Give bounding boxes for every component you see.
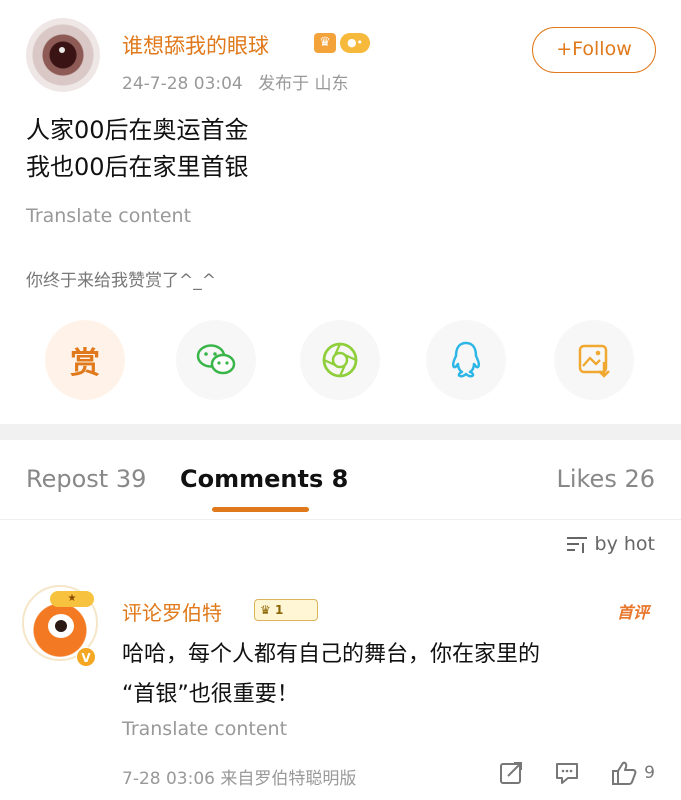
post-author-name[interactable]: 谁想舔我的眼球 — [122, 30, 269, 60]
comment-text-line: 哈哈，每个人都有自己的舞台，你在家里的 — [122, 642, 541, 667]
level-badge: ♛ 1 — [254, 599, 318, 621]
post-line: 人家00后在奥运首金 — [26, 116, 249, 144]
reward-label: 赏 — [70, 346, 100, 381]
like-comment-button[interactable]: 9 — [610, 760, 655, 786]
section-divider — [0, 424, 681, 440]
active-tab-indicator — [212, 507, 309, 512]
comment-item: ★ V 评论罗伯特 ♛ 1 首评 哈哈，每个人都有自己的舞台，你在家里的 “首银… — [0, 575, 681, 800]
verified-icon: V — [76, 647, 96, 667]
sort-control[interactable]: by hot — [565, 533, 655, 555]
level-number: 1 — [274, 603, 284, 617]
reward-button[interactable]: 赏 — [45, 320, 125, 400]
qq-share-button[interactable] — [426, 320, 506, 400]
tab-bar: Repost 39 Comments 8 Likes 26 — [0, 440, 681, 520]
post-meta: 24-7-28 03:04 发布于 山东 — [122, 69, 359, 94]
wechat-share-button[interactable] — [176, 320, 256, 400]
post-line: 我也00后在家里首银 — [26, 153, 249, 181]
first-comment-tag: 首评 — [616, 603, 649, 622]
thumbs-up-icon — [612, 761, 637, 785]
follow-button[interactable]: +Follow — [532, 27, 656, 73]
avatar[interactable] — [26, 18, 100, 92]
translate-content-link[interactable]: Translate content — [26, 205, 191, 227]
share-comment-button[interactable] — [498, 760, 524, 786]
tab-repost[interactable]: Repost 39 — [26, 465, 146, 493]
tab-likes[interactable]: Likes 26 — [556, 465, 655, 493]
comment-icon — [556, 763, 579, 784]
comment-actions: 9 — [468, 758, 655, 788]
crown-icon: ♛ — [314, 33, 336, 53]
post-header: 谁想舔我的眼球 ♛ ●• 24-7-28 03:04 发布于 山东 +Follo… — [0, 0, 681, 110]
share-icon — [500, 762, 523, 784]
comment-time-source: 7-28 03:06 来自罗伯特聪明版 — [122, 769, 357, 789]
fish-badge-icon: ●• — [340, 33, 370, 53]
reward-message: 你终于来给我赞赏了^_^ — [26, 271, 216, 291]
wechat-icon — [196, 344, 236, 375]
qq-icon — [451, 341, 481, 378]
like-count: 9 — [644, 763, 655, 783]
comment-text-line: “首银”也很重要！ — [122, 682, 299, 707]
avatar-tag-icon: ★ — [50, 591, 94, 607]
sort-label: by hot — [594, 533, 655, 555]
sort-icon — [566, 537, 587, 553]
post-text: 人家00后在奥运首金 我也00后在家里首银 — [26, 112, 656, 186]
tab-comments[interactable]: Comments 8 — [180, 465, 348, 493]
comment-author-name[interactable]: 评论罗伯特 — [122, 597, 222, 626]
mascot-pupil — [55, 620, 67, 632]
crown-level-icon: ♛ — [260, 603, 271, 617]
post-timestamp: 24-7-28 03:04 — [122, 74, 243, 94]
save-image-icon — [578, 344, 610, 378]
save-image-button[interactable] — [554, 320, 634, 400]
moments-share-button[interactable] — [300, 320, 380, 400]
share-row: 赏 — [0, 320, 681, 400]
reply-comment-button[interactable] — [554, 760, 580, 786]
translate-content-link[interactable]: Translate content — [122, 718, 287, 740]
post-location: 发布于 山东 — [258, 74, 349, 94]
moments-icon — [322, 342, 358, 378]
